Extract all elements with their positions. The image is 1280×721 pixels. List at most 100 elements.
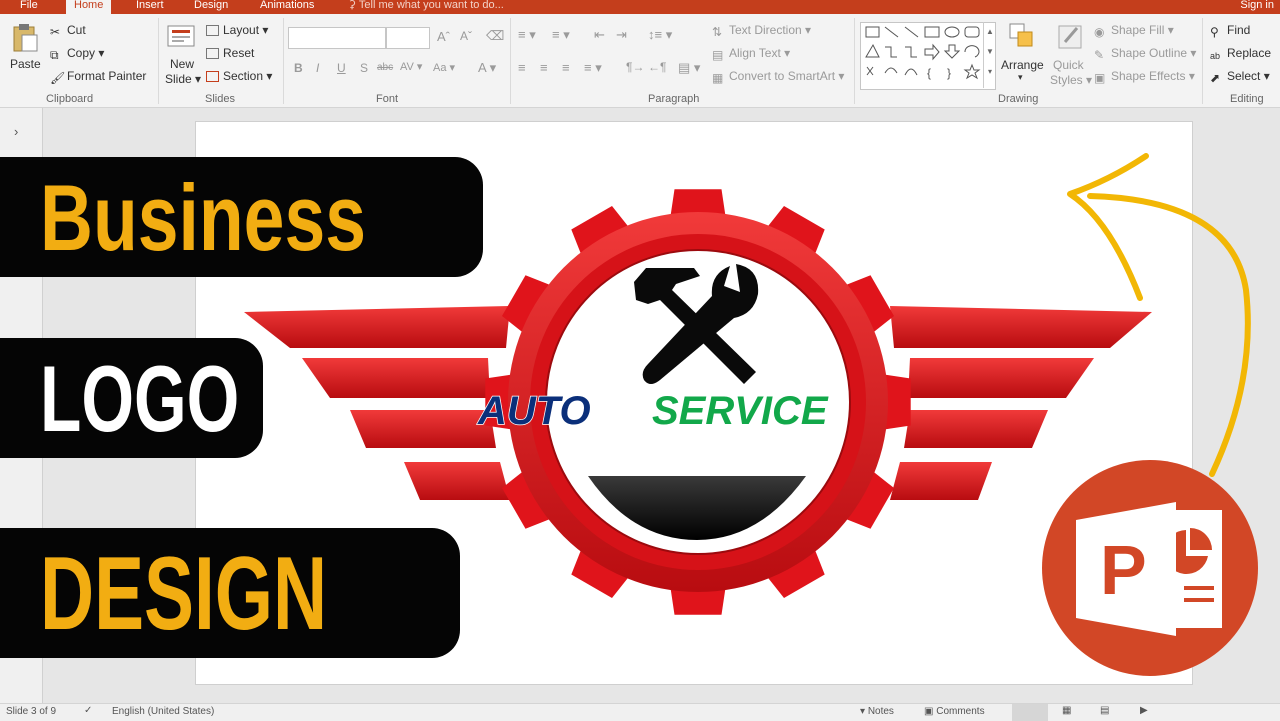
new-slide-button[interactable]: New Slide ▾ bbox=[164, 22, 201, 88]
text-direction-icon: ⇅ bbox=[712, 25, 723, 39]
bold-button[interactable]: B bbox=[294, 61, 303, 75]
sign-in-link[interactable]: Sign in bbox=[1240, 0, 1274, 14]
status-bar: Slide 3 of 9 ✓ English (United States) ▾… bbox=[0, 703, 1280, 721]
reset-button[interactable]: Reset bbox=[206, 46, 254, 60]
align-text-button[interactable]: ▤ Align Text ▾ bbox=[712, 46, 790, 62]
tab-animations[interactable]: Animations bbox=[252, 0, 322, 14]
text-direction-rtl-icon[interactable]: ←¶ bbox=[648, 60, 666, 74]
quick-styles-button[interactable]: Quick Styles ▾ bbox=[1050, 22, 1092, 90]
strikethrough-button[interactable]: abc bbox=[377, 62, 393, 73]
text-shadow-button[interactable]: S bbox=[360, 61, 368, 75]
replace-icon: ab bbox=[1210, 51, 1221, 61]
select-button[interactable]: ⬈ Select ▾ bbox=[1210, 69, 1270, 85]
replace-button[interactable]: ab Replace bbox=[1210, 46, 1271, 64]
lightbulb-icon: ⚳ bbox=[348, 0, 359, 11]
align-left-icon[interactable]: ≡ bbox=[518, 60, 526, 75]
banner-design: DESIGN bbox=[0, 528, 460, 658]
font-size-input[interactable] bbox=[386, 27, 430, 49]
paint-bucket-icon: ◉ bbox=[1094, 25, 1105, 39]
ribbon: Paste ✂ Cut ⧉ Copy ▾ 🖌 Format Painter Clipb… bbox=[0, 14, 1280, 108]
tab-file[interactable]: File bbox=[12, 0, 46, 14]
copy-button[interactable]: ⧉ Copy ▾ bbox=[50, 46, 104, 62]
section-icon bbox=[206, 71, 219, 82]
tab-insert[interactable]: Insert bbox=[128, 0, 172, 14]
paragraph-group-label: Paragraph bbox=[648, 93, 700, 105]
group-divider bbox=[510, 18, 511, 104]
slide-sorter-icon[interactable]: ▦ bbox=[1062, 705, 1071, 716]
font-name-input[interactable] bbox=[288, 27, 386, 49]
format-painter-button[interactable]: 🖌 Format Painter bbox=[50, 69, 146, 85]
change-case-button[interactable]: Aa ▾ bbox=[433, 61, 455, 74]
tab-design[interactable]: Design bbox=[186, 0, 236, 14]
slides-group-label: Slides bbox=[205, 93, 235, 105]
shape-fill-button[interactable]: ◉ Shape Fill ▾ bbox=[1094, 23, 1174, 39]
notes-button[interactable]: ▾ Notes bbox=[860, 706, 894, 717]
copy-label: Copy bbox=[67, 46, 96, 60]
line-spacing-icon[interactable]: ↕≡ ▾ bbox=[648, 27, 672, 43]
search-icon: ⚲ bbox=[1210, 25, 1219, 39]
clipboard-group-label: Clipboard bbox=[46, 93, 94, 105]
layout-icon bbox=[206, 25, 219, 36]
font-group-label: Font bbox=[376, 93, 399, 105]
convert-smartart-label: Convert to SmartArt bbox=[729, 69, 836, 83]
section-button[interactable]: Section ▾ bbox=[206, 69, 272, 83]
clear-formatting-icon[interactable]: ⌫ bbox=[486, 28, 504, 44]
text-direction-ltr-icon[interactable]: ¶→ bbox=[626, 60, 644, 74]
ribbon-tab-bar: File Home Insert Design Animations ⚳ Tel… bbox=[0, 0, 1280, 14]
normal-view-button[interactable] bbox=[1012, 704, 1048, 721]
grow-font-button[interactable]: Aˆ bbox=[437, 29, 450, 44]
shape-outline-button[interactable]: ✎ Shape Outline ▾ bbox=[1094, 46, 1196, 62]
text-direction-button[interactable]: ⇅ Text Direction ▾ bbox=[712, 23, 811, 39]
arrange-button[interactable]: Arrange ▾ bbox=[1000, 22, 1046, 90]
quick-styles-icon bbox=[1058, 25, 1082, 49]
expand-pane-icon[interactable]: › bbox=[14, 124, 18, 139]
increase-indent-icon[interactable]: ⇥ bbox=[616, 27, 627, 43]
reading-view-icon[interactable]: ▤ bbox=[1100, 705, 1109, 716]
slide-counter: Slide 3 of 9 bbox=[6, 706, 57, 717]
new-slide-icon bbox=[167, 25, 195, 47]
text-direction-label: Text Direction bbox=[729, 23, 802, 37]
language-indicator[interactable]: English (United States) bbox=[112, 706, 214, 717]
drawing-group-label: Drawing bbox=[998, 93, 1039, 105]
align-right-icon[interactable]: ≡ bbox=[562, 60, 570, 75]
find-label: Find bbox=[1227, 23, 1251, 37]
font-color-button[interactable]: A ▾ bbox=[478, 60, 496, 76]
numbering-icon[interactable]: ≡ ▾ bbox=[552, 27, 570, 43]
align-center-icon[interactable]: ≡ bbox=[540, 60, 548, 75]
scissors-icon: ✂ bbox=[50, 25, 61, 39]
svg-text:{: { bbox=[927, 66, 931, 80]
shape-fill-label: Shape Fill bbox=[1111, 23, 1165, 37]
shrink-font-button[interactable]: Aˇ bbox=[460, 29, 472, 43]
powerpoint-app-icon: P bbox=[1040, 458, 1260, 678]
tab-home[interactable]: Home bbox=[66, 0, 112, 14]
slideshow-icon[interactable]: ▶ bbox=[1140, 705, 1148, 716]
character-spacing-button[interactable]: AV ▾ bbox=[400, 60, 422, 73]
layout-button[interactable]: Layout ▾ bbox=[206, 23, 268, 37]
bullets-icon[interactable]: ≡ ▾ bbox=[518, 27, 536, 43]
paste-label: Paste bbox=[10, 57, 41, 71]
select-label: Select bbox=[1227, 69, 1261, 83]
decrease-indent-icon[interactable]: ⇤ bbox=[594, 27, 605, 43]
paste-button[interactable]: Paste bbox=[8, 22, 42, 82]
italic-button[interactable]: I bbox=[316, 61, 319, 75]
align-text-label: Align Text bbox=[729, 46, 781, 60]
shape-effects-icon: ▣ bbox=[1094, 71, 1106, 85]
group-divider bbox=[283, 18, 284, 104]
tell-me-search[interactable]: ⚳ Tell me what you want to do... bbox=[348, 0, 504, 14]
find-button[interactable]: ⚲ Find bbox=[1210, 23, 1251, 39]
spellcheck-icon[interactable]: ✓ bbox=[84, 705, 92, 716]
title-design: DESIGN bbox=[40, 536, 328, 652]
shape-effects-button[interactable]: ▣ Shape Effects ▾ bbox=[1094, 69, 1195, 85]
new-slide-label-1: New bbox=[170, 57, 195, 71]
banner-logo: LOGO bbox=[0, 338, 263, 458]
convert-smartart-button[interactable]: ▦ Convert to SmartArt ▾ bbox=[712, 69, 844, 85]
underline-button[interactable]: U bbox=[337, 61, 346, 75]
quick-styles-label-1: Quick bbox=[1053, 58, 1084, 72]
shapes-gallery-scroll[interactable]: ▲ ▼ ▾ bbox=[983, 22, 996, 88]
justify-icon[interactable]: ≡ ▾ bbox=[584, 60, 602, 76]
copy-icon: ⧉ bbox=[50, 48, 59, 62]
columns-icon[interactable]: ▤ ▾ bbox=[678, 60, 700, 76]
shapes-gallery[interactable]: { } bbox=[860, 22, 996, 90]
cut-button[interactable]: ✂ Cut bbox=[50, 23, 86, 39]
comments-button[interactable]: ▣ Comments bbox=[924, 706, 985, 717]
